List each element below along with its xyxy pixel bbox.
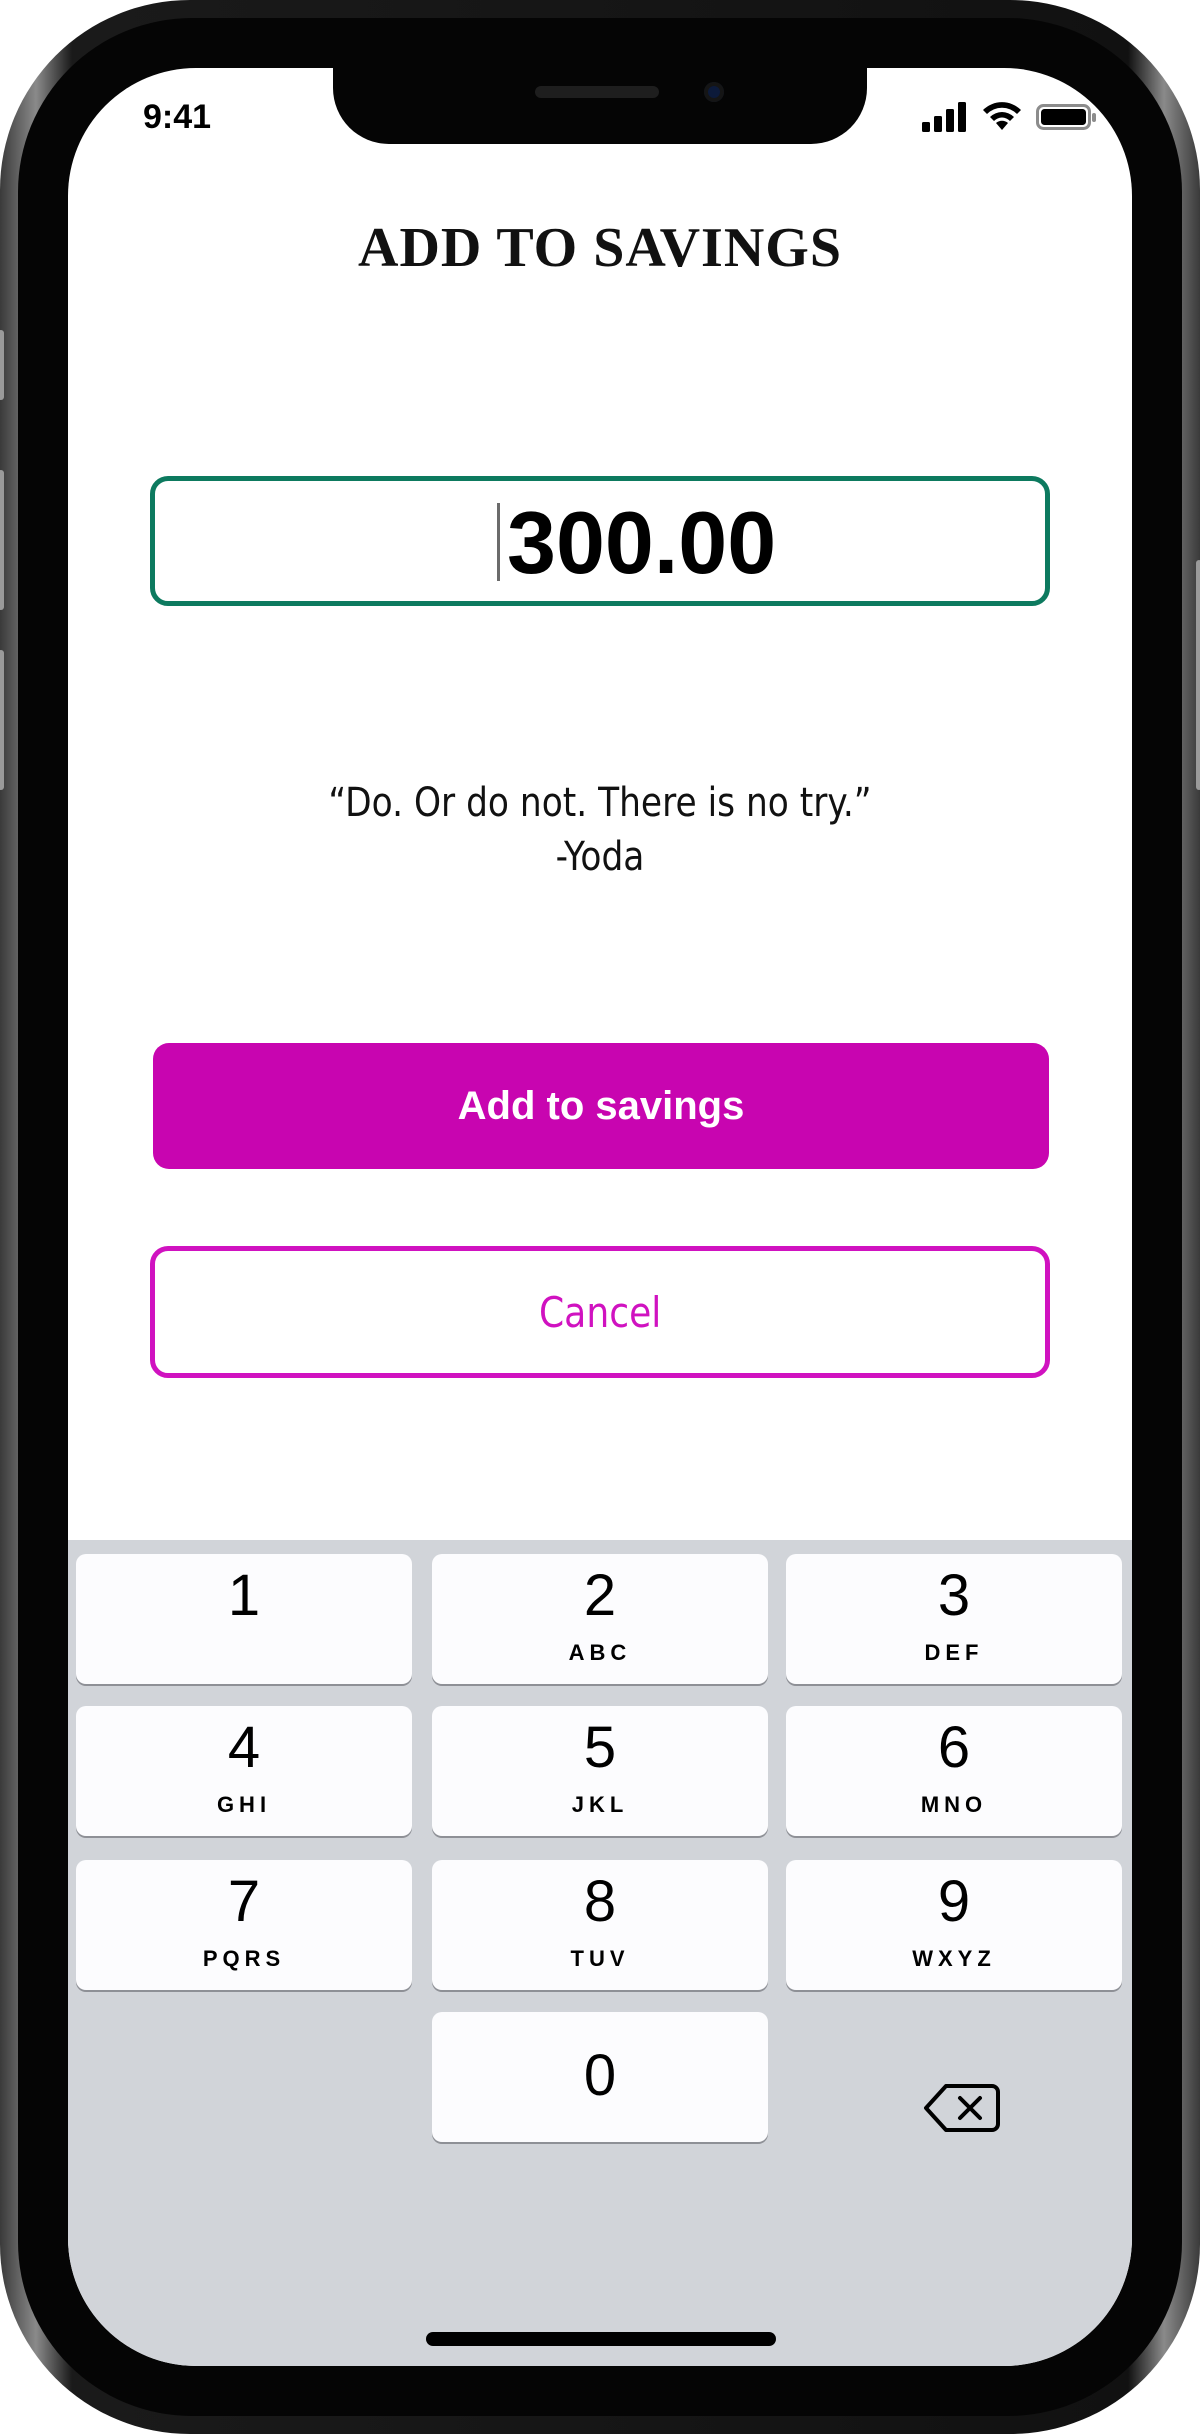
key-digit: 8 xyxy=(583,1869,617,1934)
key-8[interactable]: 8 TUV xyxy=(432,1860,768,1990)
phone-frame: 9:41 ADD TO SAVINGS 300.00 “Do. Or do no… xyxy=(0,0,1200,2434)
volume-up-button xyxy=(0,470,4,610)
key-letters: ABC xyxy=(568,1640,632,1665)
wifi-icon xyxy=(983,102,1021,130)
status-time: 9:41 xyxy=(143,98,212,136)
key-digit: 7 xyxy=(227,1869,261,1934)
key-digit: 3 xyxy=(937,1563,971,1628)
battery-icon xyxy=(1036,104,1096,130)
mute-switch xyxy=(0,330,4,400)
speaker-grille xyxy=(535,86,659,98)
key-digit: 9 xyxy=(937,1869,971,1934)
power-button xyxy=(1196,560,1200,790)
key-6[interactable]: 6 MNO xyxy=(786,1706,1122,1836)
volume-down-button xyxy=(0,650,4,790)
key-digit: 2 xyxy=(583,1563,617,1628)
key-digit: 5 xyxy=(583,1715,617,1780)
key-digit: 4 xyxy=(227,1715,261,1780)
key-letters: MNO xyxy=(920,1792,988,1817)
key-digit: 0 xyxy=(583,2043,617,2108)
key-letters: GHI xyxy=(216,1792,272,1817)
quote-text: “Do. Or do not. There is no try.” xyxy=(328,780,872,826)
numeric-keypad: 1 2 ABC 3 DEF 4 GHI 5 JKL 6 MNO 7 PQRS 8… xyxy=(68,1540,1132,2366)
text-caret xyxy=(497,503,500,581)
front-camera-icon xyxy=(704,82,724,102)
amount-input[interactable]: 300.00 xyxy=(150,476,1050,606)
signal-icon xyxy=(922,102,966,132)
key-7[interactable]: 7 PQRS xyxy=(76,1860,412,1990)
cancel-button-label: Cancel xyxy=(538,1287,662,1337)
key-letters: PQRS xyxy=(202,1946,286,1971)
phone-screen: 9:41 ADD TO SAVINGS 300.00 “Do. Or do no… xyxy=(68,68,1132,2366)
motivational-quote: “Do. Or do not. There is no try.” -Yoda xyxy=(142,776,1057,884)
key-letters: TUV xyxy=(570,1946,630,1971)
key-4[interactable]: 4 GHI xyxy=(76,1706,412,1836)
amount-value: 300.00 xyxy=(507,493,777,592)
page-title: ADD TO SAVINGS xyxy=(358,217,842,279)
key-1[interactable]: 1 xyxy=(76,1554,412,1684)
key-letters: DEF xyxy=(924,1640,984,1665)
key-digit: 6 xyxy=(937,1715,971,1780)
notch xyxy=(333,68,867,144)
key-2[interactable]: 2 ABC xyxy=(432,1554,768,1684)
home-indicator[interactable] xyxy=(426,2332,776,2346)
key-letters: WXYZ xyxy=(912,1946,996,1971)
key-letters: JKL xyxy=(571,1792,629,1817)
cancel-button[interactable]: Cancel xyxy=(150,1246,1050,1378)
backspace-icon[interactable] xyxy=(922,2078,1002,2138)
key-9[interactable]: 9 WXYZ xyxy=(786,1860,1122,1990)
key-5[interactable]: 5 JKL xyxy=(432,1706,768,1836)
status-icons xyxy=(922,102,1098,132)
add-to-savings-button[interactable]: Add to savings xyxy=(153,1043,1049,1169)
key-0[interactable]: 0 xyxy=(432,2012,768,2142)
quote-author: -Yoda xyxy=(555,834,645,880)
key-3[interactable]: 3 DEF xyxy=(786,1554,1122,1684)
key-digit: 1 xyxy=(227,1563,261,1628)
